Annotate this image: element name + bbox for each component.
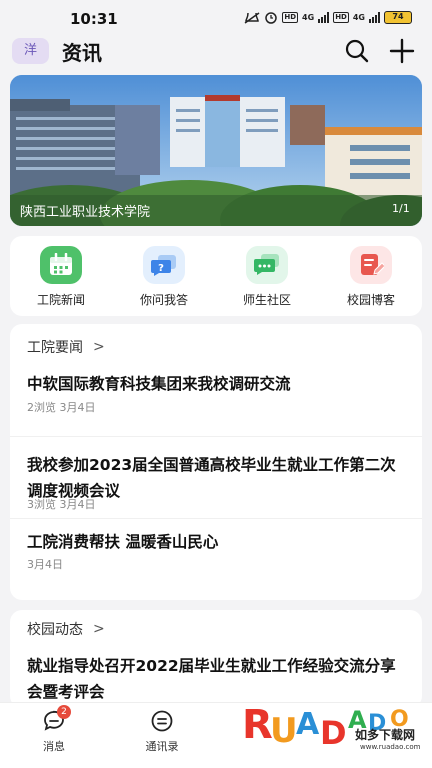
news-item-title[interactable]: 中软国际教育科技集团来我校调研交流 [27, 371, 407, 397]
svg-text:R: R [242, 702, 273, 748]
news-item-meta: 3浏览 3月4日 [27, 498, 96, 511]
divider [10, 518, 422, 519]
battery-icon: 74 [384, 11, 412, 24]
quick-nav-qa[interactable]: ? 你问我答 [121, 246, 207, 308]
signal-icon [318, 12, 330, 23]
section-title: 校园动态 [27, 622, 83, 638]
question-chat-icon: ? [143, 246, 185, 284]
avatar[interactable]: 洋 [12, 38, 49, 64]
quick-nav: 工院新闻 ? 你问我答 师生社区 校园博客 [10, 236, 422, 316]
news-section: 工院要闻 > 中软国际教育科技集团来我校调研交流 2浏览 3月4日 我校参加20… [10, 324, 422, 600]
status-time: 10:31 [70, 10, 118, 28]
section-title: 工院要闻 [27, 340, 83, 356]
tab-label: 消息 [43, 740, 65, 753]
svg-text:U: U [270, 711, 298, 751]
watermark-subtitle: 如多下载网 [355, 728, 416, 742]
tab-messages[interactable]: 2 消息 [9, 705, 99, 754]
news-item-meta: 2浏览 3月4日 [27, 401, 96, 414]
quick-nav-college-news[interactable]: 工院新闻 [18, 246, 104, 308]
svg-text:?: ? [158, 263, 164, 274]
status-icons: HD 4G HD 4G 74 [244, 11, 412, 24]
add-icon[interactable] [388, 37, 416, 65]
search-icon[interactable] [344, 38, 370, 64]
network-label-2: 4G [352, 13, 365, 22]
watermark-url: www.ruadao.com [360, 743, 421, 751]
mute-icon [244, 11, 260, 24]
blog-edit-icon [350, 246, 392, 284]
quick-nav-label: 你问我答 [139, 293, 188, 307]
unread-badge: 2 [57, 705, 71, 719]
news-item-title[interactable]: 工院消费帮扶 温暖香山民心 [27, 529, 407, 555]
network-label: 4G [302, 13, 315, 22]
chevron-right-icon: > [93, 339, 105, 355]
svg-text:A: A [296, 707, 320, 742]
divider [10, 436, 422, 437]
quick-nav-community[interactable]: 师生社区 [224, 246, 310, 308]
calendar-icon [40, 246, 82, 284]
section-header[interactable]: 工院要闻 > [27, 337, 105, 357]
status-bar: 10:31 HD 4G HD 4G 74 [0, 0, 432, 36]
quick-nav-label: 师生社区 [242, 293, 291, 307]
svg-text:D: D [320, 714, 347, 752]
message-icon: 2 [42, 705, 71, 733]
banner-page-indicator: 1/1 [392, 202, 410, 215]
alarm-icon [265, 12, 278, 24]
tab-contacts[interactable]: 通讯录 [117, 709, 207, 754]
quick-nav-label: 工院新闻 [36, 293, 85, 307]
section-header[interactable]: 校园动态 > [27, 619, 105, 639]
news-item-meta: 3月4日 [27, 558, 63, 571]
banner-caption: 陕西工业职业技术学院 [20, 205, 151, 220]
tab-label: 通讯录 [145, 740, 179, 753]
quick-nav-campus-blog[interactable]: 校园博客 [328, 246, 414, 308]
quick-nav-label: 校园博客 [346, 293, 395, 307]
hd-icon-2: HD [333, 12, 349, 23]
community-chat-icon [246, 246, 288, 284]
page-title: 资讯 [62, 41, 102, 65]
chevron-right-icon: > [93, 621, 105, 637]
app-header: 洋 资讯 [0, 36, 432, 72]
contacts-icon [150, 709, 174, 733]
signal-icon-2 [369, 12, 380, 23]
hd-icon: HD [282, 12, 299, 23]
